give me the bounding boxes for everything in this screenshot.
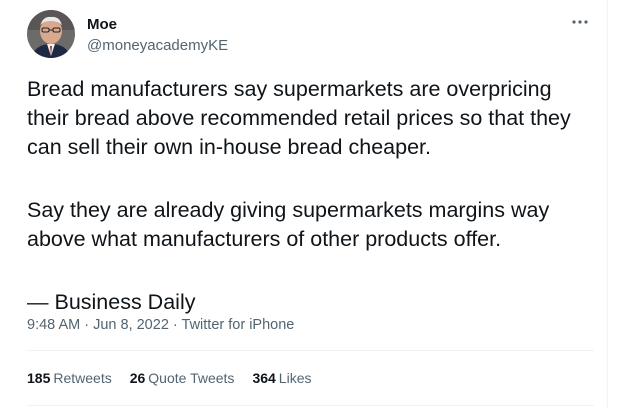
- tweet-metadata: 9:48 AM · Jun 8, 2022 · Twitter for iPho…: [27, 316, 294, 334]
- avatar-image: [27, 10, 75, 58]
- tweet-time[interactable]: 9:48 AM: [27, 317, 80, 333]
- retweets-stat[interactable]: 185 Retweets: [27, 369, 112, 387]
- author-display-name[interactable]: Moe: [87, 16, 228, 34]
- tweet-paragraph: Say they are already giving supermarkets…: [27, 198, 550, 251]
- tweet-text: Bread manufacturers say supermarkets are…: [27, 75, 597, 317]
- avatar[interactable]: [27, 10, 75, 58]
- more-horizontal-icon: [572, 20, 588, 24]
- more-options-button[interactable]: [568, 12, 592, 32]
- quote-tweets-label: Quote Tweets: [148, 370, 235, 386]
- tweet-source[interactable]: Twitter for iPhone: [182, 317, 295, 333]
- tweet-stats: 185 Retweets 26 Quote Tweets 364 Likes: [27, 369, 311, 387]
- likes-stat[interactable]: 364 Likes: [252, 369, 311, 387]
- likes-count: 364: [252, 370, 276, 386]
- quote-tweets-count: 26: [129, 370, 146, 386]
- divider: [27, 405, 594, 406]
- retweets-label: Retweets: [53, 370, 112, 386]
- separator: ·: [80, 317, 94, 333]
- author-names: Moe @moneyacademyKE: [87, 16, 228, 55]
- tweet-header: Moe @moneyacademyKE: [27, 10, 594, 62]
- author-handle[interactable]: @moneyacademyKE: [87, 37, 228, 55]
- retweets-count: 185: [27, 370, 51, 386]
- tweet-attribution: — Business Daily: [27, 290, 196, 314]
- tweet-card: Moe @moneyacademyKE Bread manufacturers …: [0, 0, 622, 408]
- tweet-paragraph: Bread manufacturers say supermarkets are…: [27, 77, 571, 159]
- tweet-date[interactable]: Jun 8, 2022: [93, 317, 169, 333]
- quote-tweets-stat[interactable]: 26 Quote Tweets: [130, 369, 235, 387]
- card-border: [607, 0, 608, 408]
- divider: [27, 350, 594, 351]
- likes-label: Likes: [278, 370, 312, 386]
- separator: ·: [168, 317, 182, 333]
